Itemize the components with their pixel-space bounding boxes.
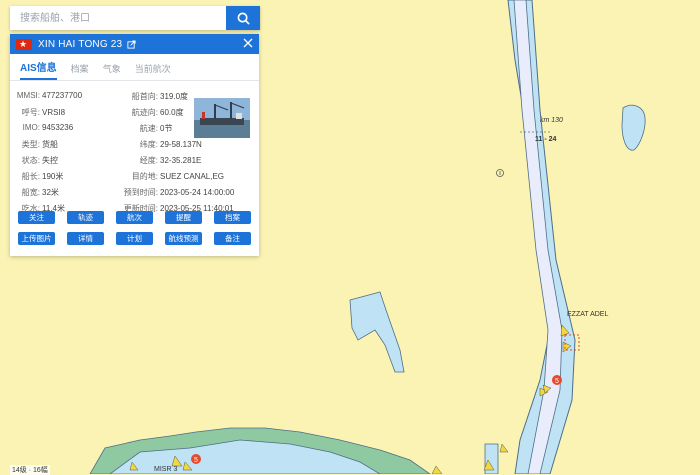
- search-bar: [10, 6, 260, 30]
- svg-text:5: 5: [194, 457, 198, 464]
- ship-info-panel: ★ XIN HAI TONG 23 AIS信息 档案 气象 当前航次 MMSI:…: [10, 34, 259, 256]
- info-row: 航迹向: 60.0度: [131, 108, 184, 117]
- info-row: 预到时间: 2023-05-24 14:00:00: [123, 188, 235, 197]
- map-label-km-range: 11 - 24: [535, 136, 557, 143]
- info-row: 类型: 货船: [21, 140, 58, 149]
- info-row: 经度: 32-35.281E: [139, 156, 202, 165]
- map-label-misr: MISR 3: [154, 466, 178, 473]
- info-row: 目的地: SUEZ CANAL,EG: [131, 172, 225, 181]
- ship-photo[interactable]: [194, 98, 250, 138]
- info-row: 状态: 失控: [21, 156, 58, 165]
- tab-current-voyage[interactable]: 当前航次: [135, 58, 171, 80]
- info-row: 船首向: 319.0度: [131, 92, 189, 101]
- panel-header: ★ XIN HAI TONG 23: [10, 34, 259, 54]
- route-prediction-button[interactable]: 航线预测: [165, 232, 202, 245]
- map-label-km: km 130: [540, 117, 563, 124]
- upload-photo-button[interactable]: 上传图片: [18, 232, 55, 245]
- track-button[interactable]: 轨迹: [67, 211, 104, 224]
- follow-button[interactable]: 关注: [18, 211, 55, 224]
- search-input[interactable]: [10, 6, 226, 30]
- tab-ais-info[interactable]: AIS信息: [20, 58, 57, 80]
- tab-weather[interactable]: 气象: [103, 58, 121, 80]
- info-row: 船宽: 32米: [21, 188, 59, 197]
- info-row: IMO: 9453236: [22, 123, 74, 132]
- search-icon: [237, 12, 250, 25]
- info-row: 呼号: VRSI8: [21, 108, 66, 117]
- alert-button[interactable]: 提醒: [165, 211, 202, 224]
- archive-button[interactable]: 档案: [214, 211, 251, 224]
- info-row: 航速: 0节: [139, 124, 173, 133]
- search-button[interactable]: [226, 6, 260, 30]
- map-label-ezzat: EZZAT ADEL: [567, 311, 609, 318]
- close-icon[interactable]: [243, 38, 253, 51]
- info-row: 船长: 190米: [21, 172, 64, 181]
- flag-icon: ★: [16, 38, 32, 50]
- ship-name: XIN HAI TONG 23: [38, 38, 123, 50]
- external-link-icon[interactable]: [127, 39, 136, 49]
- details-button[interactable]: 详情: [67, 232, 104, 245]
- info-row: MMSI: 477237700: [16, 91, 83, 100]
- voyage-button[interactable]: 航次: [116, 211, 153, 224]
- info-row: 纬度: 29-58.137N: [139, 140, 202, 149]
- notes-button[interactable]: 备注: [214, 232, 251, 245]
- plan-button[interactable]: 计划: [116, 232, 153, 245]
- ship-info-grid: MMSI: 477237700 呼号: VRSI8 IMO: 9453236 类型: 货…: [10, 81, 259, 213]
- svg-text:5: 5: [555, 378, 559, 385]
- panel-tabs: AIS信息 档案 气象 当前航次: [10, 58, 259, 81]
- tab-archive[interactable]: 档案: [71, 58, 89, 80]
